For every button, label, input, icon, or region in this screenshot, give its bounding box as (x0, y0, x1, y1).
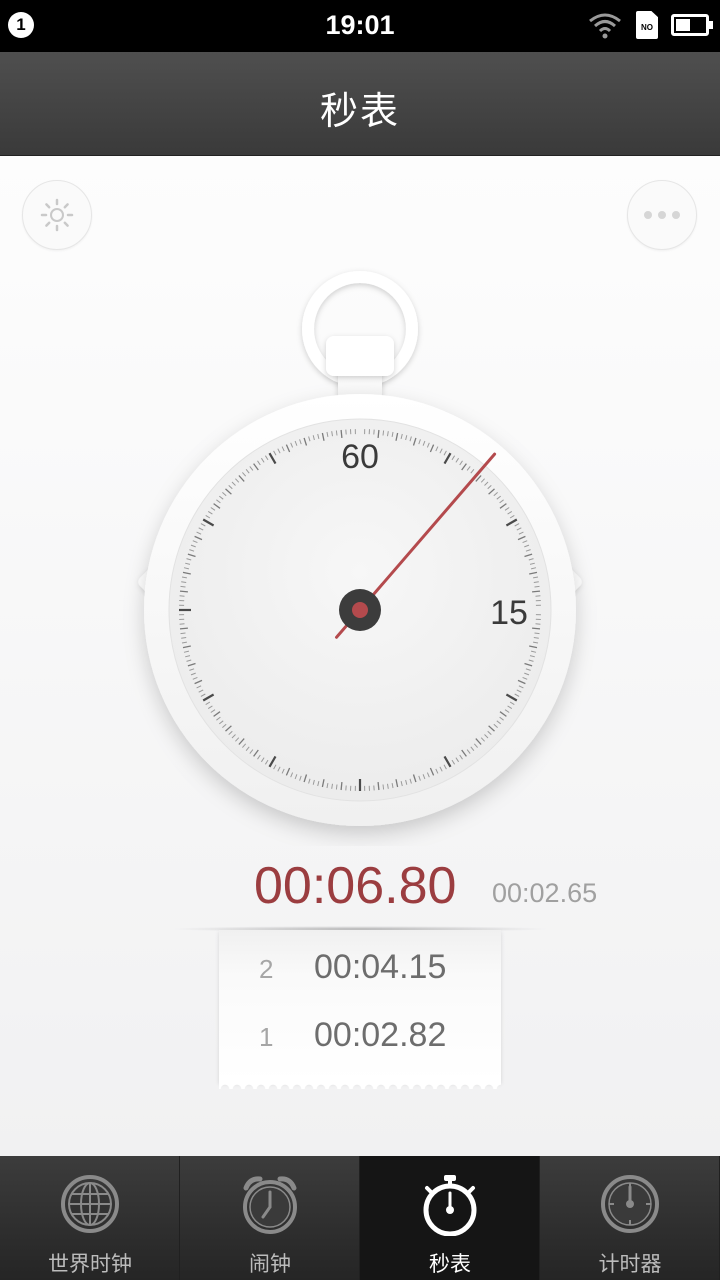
stopwatch-dial: 60 15 (138, 271, 582, 826)
dial-tick (532, 627, 541, 630)
alarm-clock-icon (243, 1176, 297, 1234)
lap-time: 00:04.15 (314, 948, 447, 986)
dial-label-60: 60 (341, 438, 379, 476)
title-bar: 秒表 (0, 52, 720, 156)
status-bar: 1 19:01 NO (0, 0, 720, 52)
settings-button[interactable] (22, 180, 92, 250)
tab-timer[interactable]: 计时器 (540, 1156, 720, 1280)
tab-label: 世界时钟 (48, 1252, 132, 1276)
dial-tick (340, 429, 343, 438)
dial-tick (377, 782, 380, 791)
sim-icon: NO (636, 11, 658, 39)
dial-label-15: 15 (490, 594, 528, 632)
lap-list[interactable]: 2 00:04.15 1 00:02.82 (219, 930, 501, 1089)
stopwatch-content: 60 15 00:06.80 00:02.65 2 00:04.15 1 00:… (0, 156, 720, 1156)
lap-number: 1 (259, 1022, 274, 1052)
tab-stopwatch[interactable]: 秒表 (360, 1156, 540, 1280)
stopwatch-icon (423, 1175, 477, 1236)
dial-tick (532, 590, 541, 593)
tab-label: 闹钟 (249, 1252, 291, 1276)
dial-tick (534, 632, 540, 635)
dial-tick (534, 585, 540, 588)
elapsed-time: 00:06.80 (254, 857, 457, 915)
dial-tick (335, 430, 338, 436)
dial-tick (179, 590, 188, 593)
tab-alarm[interactable]: 闹钟 (180, 1156, 360, 1280)
dial-tick (382, 784, 385, 790)
lap-row: 2 00:04.15 (219, 938, 501, 998)
dial-tick (180, 585, 186, 588)
tab-label: 秒表 (429, 1252, 471, 1276)
timer-icon (601, 1175, 659, 1233)
more-button[interactable] (627, 180, 697, 250)
wifi-icon (589, 13, 621, 39)
hand-hub-center (352, 602, 368, 618)
dial-tick (335, 784, 338, 790)
dial-tick (377, 429, 380, 438)
globe-icon (61, 1175, 119, 1233)
dial-tick (340, 782, 343, 791)
page-title: 秒表 (319, 89, 400, 133)
settings-icon (40, 198, 74, 232)
dial-tick (179, 627, 188, 630)
dial-tick (180, 632, 186, 635)
battery-icon (671, 14, 713, 36)
bottom-tab-bar: 世界时钟 闹钟 秒表 计时器 (0, 1156, 720, 1280)
stopwatch-crown (326, 336, 394, 376)
lap-row: 1 00:02.82 (219, 1006, 501, 1066)
more-icon (644, 211, 680, 219)
current-lap-time: 00:02.65 (492, 878, 598, 908)
tab-label: 计时器 (598, 1252, 662, 1276)
lap-time: 00:02.82 (314, 1016, 447, 1054)
dial-tick (382, 430, 385, 436)
sim-label: NO (641, 23, 653, 32)
tab-world-clock[interactable]: 世界时钟 (0, 1156, 180, 1280)
lap-number: 2 (259, 954, 274, 984)
